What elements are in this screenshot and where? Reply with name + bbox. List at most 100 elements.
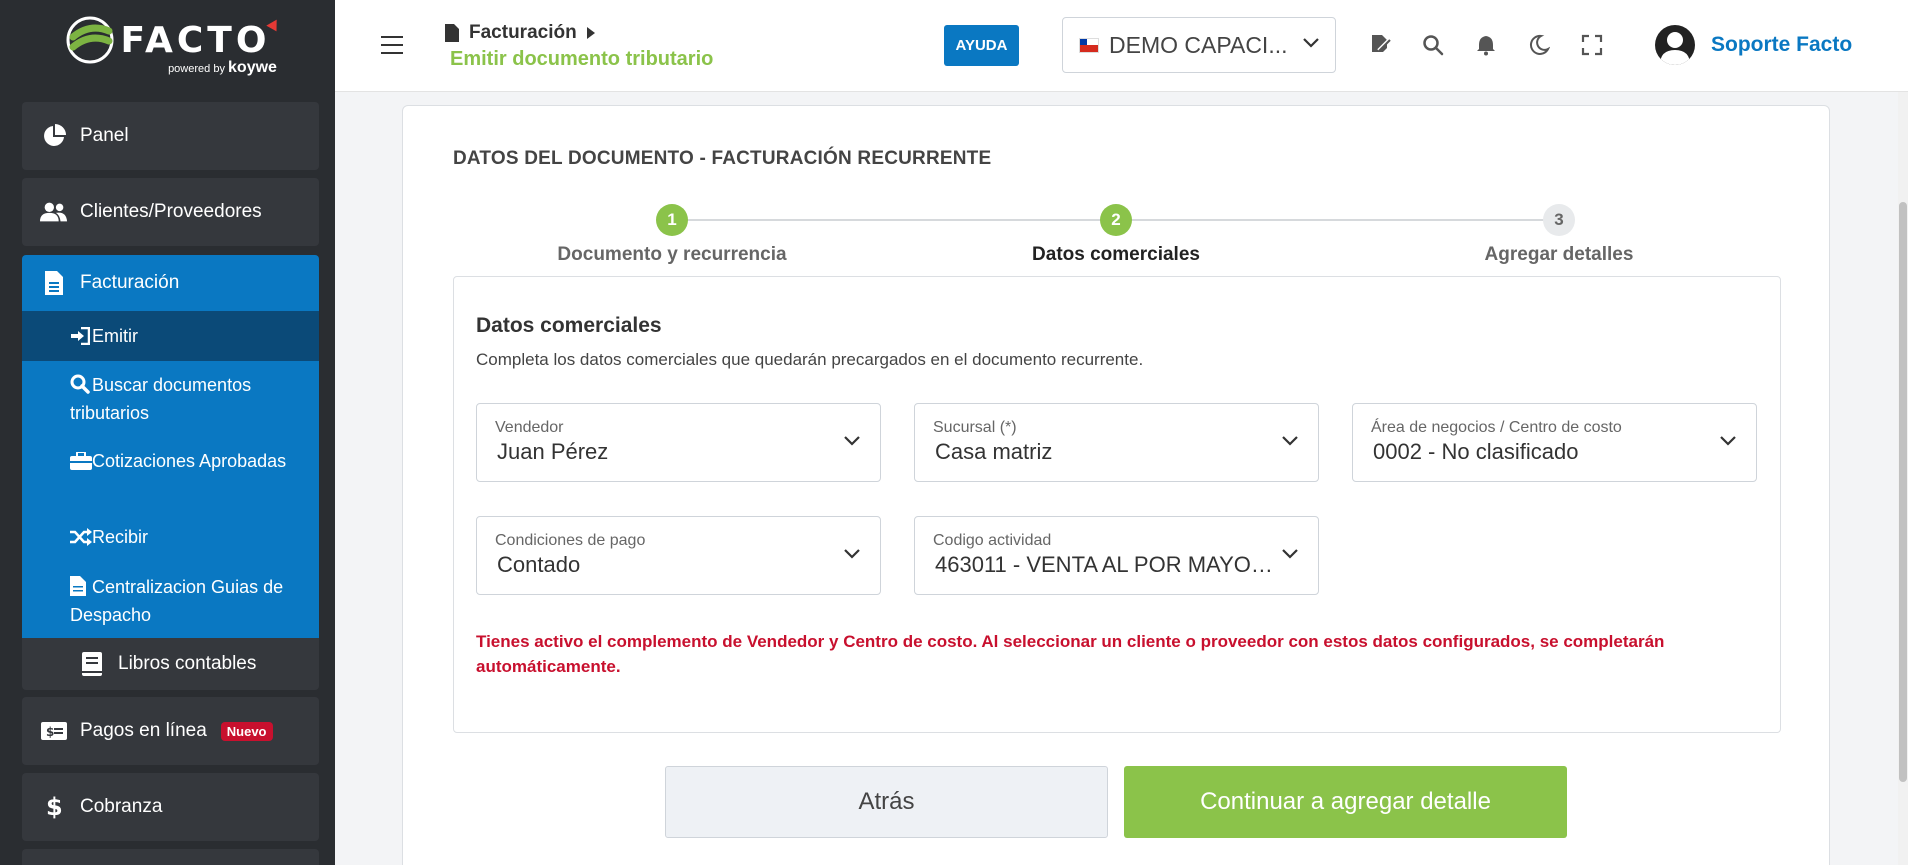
breadcrumb: Facturación [445,22,595,44]
condiciones-pago-select[interactable]: Condiciones de pago Contado [476,516,881,595]
brand-by-text: by [213,63,225,75]
form-title: DATOS DEL DOCUMENTO - FACTURACIÓN RECURR… [453,148,992,169]
book-icon [78,650,106,678]
submenu-item-label: Buscar documentos tributarios [70,375,252,423]
brand-logo[interactable]: FACTO powered by koywe [0,0,335,92]
facto-logo-icon [66,16,114,64]
sidebar-item-label: Cobranza [80,796,163,817]
field-value: Contado [497,552,581,577]
sidebar-item-libros[interactable]: Libros contables [22,638,319,690]
submenu-item-cotizaciones[interactable]: Cotizaciones Aprobadas [22,449,319,507]
sucursal-select[interactable]: Sucursal (*) Casa matriz [914,403,1319,482]
step-2-indicator[interactable]: 2 [1100,204,1132,236]
users-icon [40,198,68,226]
hamburger-menu-icon[interactable] [381,36,403,54]
sidebar: FACTO powered by koywe Panel Clientes/Pr… [0,0,335,865]
field-value: Juan Pérez [497,439,609,464]
document-icon [445,24,459,42]
chevron-down-icon [844,436,860,446]
submenu-item-emitir[interactable]: Emitir [22,311,319,361]
scrollbar-thumb[interactable] [1899,202,1907,782]
step-1-indicator[interactable]: 1 [656,204,688,236]
complement-warning: Tienes activo el complemento de Vendedor… [476,632,1665,676]
stepper-line [1113,219,1558,221]
bell-icon[interactable] [1475,34,1497,56]
svg-text:$: $ [46,794,62,820]
pie-chart-icon [40,122,68,150]
signature-icon[interactable] [1369,34,1391,56]
field-label: Vendedor [495,419,564,436]
back-button[interactable]: Atrás [665,766,1108,838]
submenu-item-label: Recibir [92,527,149,547]
company-name: DEMO CAPACI... [1109,31,1288,58]
brand-powered: powered by koywe [168,59,277,77]
chevron-down-icon [844,549,860,559]
area-negocios-select[interactable]: Área de negocios / Centro de costo 0002 … [1352,403,1757,482]
company-selector[interactable]: DEMO CAPACI... [1062,17,1336,73]
field-label: Condiciones de pago [495,532,646,549]
shuffle-icon [70,528,92,553]
field-value: 0002 - No clasificado [1373,439,1579,464]
help-button[interactable]: AYUDA [944,25,1019,66]
commercial-data-panel: Datos comerciales Completa los datos com… [453,276,1781,733]
chevron-down-icon [1282,436,1298,446]
moon-icon[interactable] [1528,34,1550,56]
section-title: Datos comerciales [476,314,662,337]
svg-text:$: $ [46,725,54,739]
continue-button[interactable]: Continuar a agregar detalle [1124,766,1567,838]
vendedor-select[interactable]: Vendedor Juan Pérez [476,403,881,482]
sidebar-item-label: Clientes/Proveedores [80,201,262,222]
step-2-label[interactable]: Datos comerciales [936,244,1296,266]
sidebar-item-label: Pagos en línea [80,720,207,741]
document-icon [40,269,68,297]
sign-in-icon [70,326,92,352]
brand-powered-text: powered [168,63,211,75]
breadcrumb-root[interactable]: Facturación [469,22,577,44]
dollar-icon: $ [40,793,68,821]
sidebar-item-label: Facturación [80,272,180,293]
submenu-item-label: Cotizaciones Aprobadas [92,451,287,471]
search-icon [70,374,92,401]
field-label: Sucursal (*) [933,419,1017,436]
sidebar-item-facturacion[interactable]: Facturación [22,255,319,311]
form-card: DATOS DEL DOCUMENTO - FACTURACIÓN RECURR… [402,105,1830,865]
field-value: 463011 - VENTA AL POR MAYOR... [935,552,1285,577]
step-3-label[interactable]: Agregar detalles [1379,244,1739,266]
search-icon[interactable] [1422,34,1444,56]
step-1-label[interactable]: Documento y recurrencia [492,244,852,266]
page-scrollbar[interactable] [1898,92,1908,865]
file-icon [70,576,92,603]
step-3-indicator[interactable]: 3 [1543,204,1575,236]
page-title: Emitir documento tributario [450,48,714,70]
chevron-down-icon [1720,436,1736,446]
chevron-down-icon [1303,38,1319,48]
facturacion-submenu: Emitir Buscar documentos tributarios Cot… [22,311,319,638]
submenu-item-recibir[interactable]: Recibir [22,525,319,559]
brand-name: FACTO [120,19,271,61]
section-description: Completa los datos comerciales que queda… [476,350,1144,369]
sidebar-item-more[interactable] [22,849,319,865]
sidebar-item-label: Panel [80,125,129,146]
field-label: Codigo actividad [933,532,1052,549]
submenu-item-centralizacion[interactable]: Centralizacion Guias de Despacho [22,575,319,633]
brand-partner: koywe [228,59,277,76]
chevron-down-icon [1282,549,1298,559]
briefcase-icon [70,451,92,477]
codigo-actividad-select[interactable]: Codigo actividad 463011 - VENTA AL POR M… [914,516,1319,595]
field-label: Área de negocios / Centro de costo [1371,419,1622,436]
chile-flag-icon [1079,37,1099,53]
sidebar-item-clientes[interactable]: Clientes/Proveedores [22,178,319,246]
sidebar-item-panel[interactable]: Panel [22,102,319,170]
sidebar-item-cobranza[interactable]: $ Cobranza [22,773,319,841]
submenu-item-buscar[interactable]: Buscar documentos tributarios [22,373,319,431]
field-value: Casa matriz [935,439,1053,464]
caret-right-icon [586,27,595,39]
sidebar-item-pagos[interactable]: $ Pagos en línea Nuevo [22,697,319,765]
user-name[interactable]: Soporte Facto [1711,33,1852,57]
new-badge: Nuevo [220,721,273,741]
fullscreen-icon[interactable] [1581,34,1603,56]
submenu-item-label: Centralizacion Guias de Despacho [70,577,284,625]
user-avatar[interactable] [1655,25,1695,65]
top-bar: Facturación Emitir documento tributario … [335,0,1908,92]
money-bill-icon: $ [40,717,68,745]
